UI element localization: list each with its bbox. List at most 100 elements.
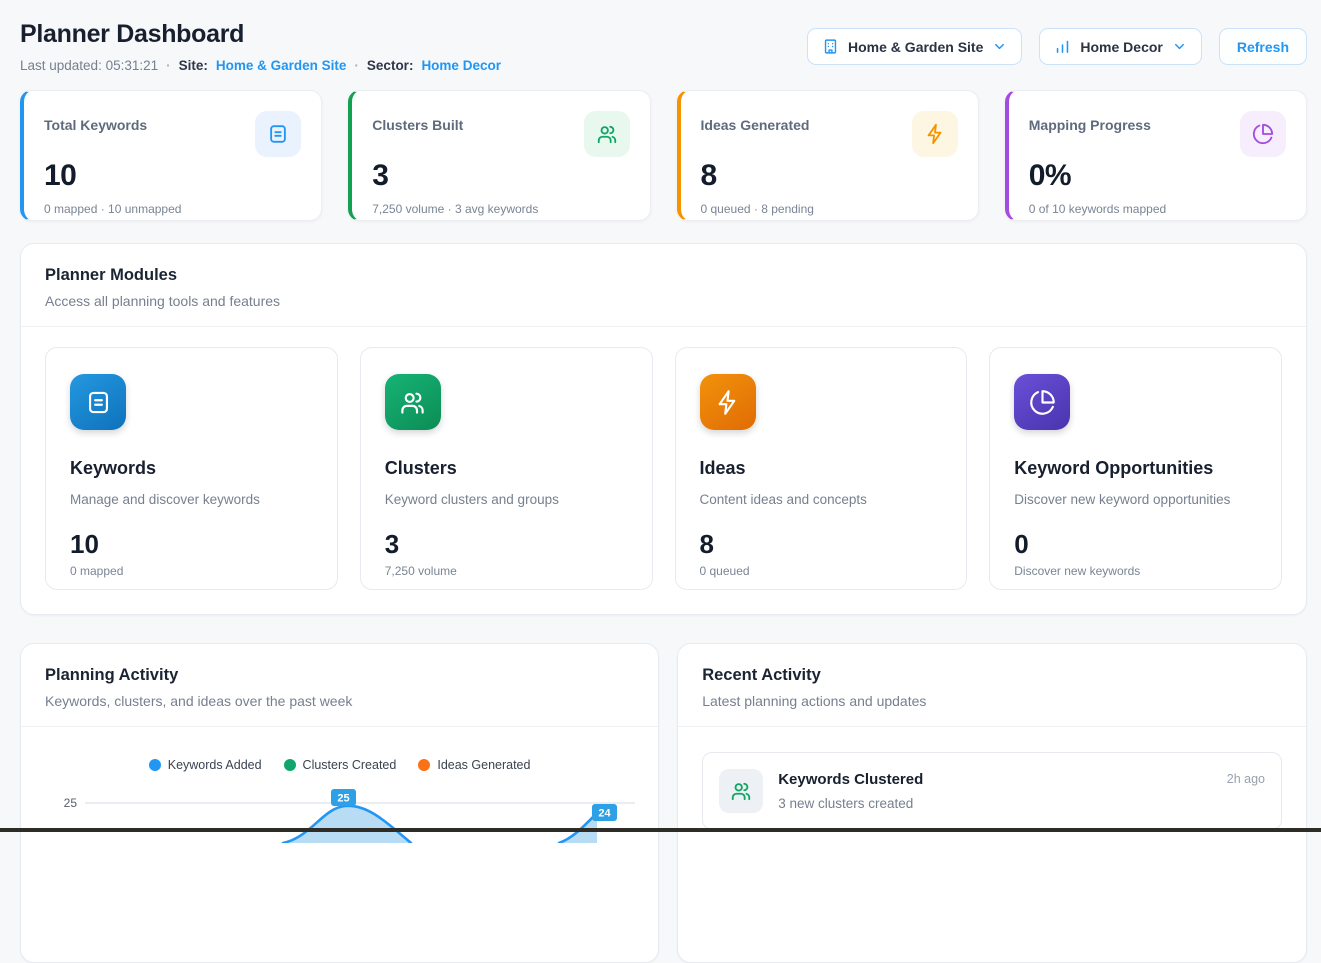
planning-activity-title: Planning Activity bbox=[45, 666, 634, 685]
legend-dot bbox=[149, 759, 161, 771]
site-link[interactable]: Home & Garden Site bbox=[216, 58, 347, 73]
sector-label: Sector: bbox=[367, 58, 414, 73]
stat-label: Mapping Progress bbox=[1029, 117, 1151, 133]
header-actions: Home & Garden Site Home Decor Refresh bbox=[807, 28, 1307, 65]
activity-body: Keywords Clustered 3 new clusters create… bbox=[778, 769, 1212, 811]
site-selector-label: Home & Garden Site bbox=[848, 39, 983, 55]
stat-card-ideas-generated: Ideas Generated 8 0 queued · 8 pending bbox=[677, 90, 979, 221]
y-axis-tick: 25 bbox=[64, 796, 78, 810]
users-icon bbox=[385, 374, 441, 430]
last-updated-text: Last updated: 05:31:21 bbox=[20, 58, 158, 73]
activity-timestamp: 2h ago bbox=[1227, 772, 1265, 786]
module-title: Keywords bbox=[70, 458, 313, 479]
pie-chart-icon bbox=[1014, 374, 1070, 430]
users-icon bbox=[719, 769, 763, 813]
meta-separator: · bbox=[166, 58, 171, 73]
module-card-clusters[interactable]: Clusters Keyword clusters and groups 3 7… bbox=[360, 347, 653, 590]
module-card-ideas[interactable]: Ideas Content ideas and concepts 8 0 que… bbox=[675, 347, 968, 590]
bottom-row: Planning Activity Keywords, clusters, an… bbox=[20, 643, 1307, 963]
planner-modules-panel: Planner Modules Access all planning tool… bbox=[20, 243, 1307, 615]
stat-value: 0% bbox=[1029, 159, 1286, 193]
recent-activity-title: Recent Activity bbox=[702, 666, 1282, 685]
sector-link[interactable]: Home Decor bbox=[421, 58, 501, 73]
planner-dashboard-page: Planner Dashboard Last updated: 05:31:21… bbox=[0, 0, 1321, 963]
recent-activity-header: Recent Activity Latest planning actions … bbox=[678, 644, 1306, 726]
legend-label: Ideas Generated bbox=[437, 758, 530, 772]
module-card-keyword-opportunities[interactable]: Keyword Opportunities Discover new keywo… bbox=[989, 347, 1282, 590]
legend-dot bbox=[284, 759, 296, 771]
chevron-down-icon bbox=[992, 39, 1007, 54]
page-title: Planner Dashboard bbox=[20, 20, 501, 49]
point-label-badge: 25 bbox=[331, 789, 356, 806]
module-value: 8 bbox=[700, 529, 943, 560]
meta-separator: · bbox=[354, 58, 359, 73]
lightning-icon bbox=[912, 111, 958, 157]
bar-chart-icon bbox=[1054, 38, 1071, 55]
sector-selector-button[interactable]: Home Decor bbox=[1039, 28, 1201, 65]
modules-grid: Keywords Manage and discover keywords 10… bbox=[21, 327, 1306, 614]
activity-item-keywords-clustered: Keywords Clustered 3 new clusters create… bbox=[702, 752, 1282, 830]
lightning-icon bbox=[700, 374, 756, 430]
activity-description: 3 new clusters created bbox=[778, 796, 1212, 811]
chevron-down-icon bbox=[1172, 39, 1187, 54]
module-card-keywords[interactable]: Keywords Manage and discover keywords 10… bbox=[45, 347, 338, 590]
divider bbox=[21, 726, 658, 727]
site-selector-button[interactable]: Home & Garden Site bbox=[807, 28, 1022, 65]
planning-activity-header: Planning Activity Keywords, clusters, an… bbox=[21, 644, 658, 726]
planning-activity-panel: Planning Activity Keywords, clusters, an… bbox=[20, 643, 659, 963]
stat-value: 3 bbox=[372, 159, 629, 193]
chart-legend: Keywords Added Clusters Created Ideas Ge… bbox=[21, 758, 658, 772]
stat-value: 8 bbox=[701, 159, 958, 193]
stat-card-total-keywords: Total Keywords 10 0 mapped · 10 unmapped bbox=[20, 90, 322, 221]
modules-title: Planner Modules bbox=[45, 266, 1282, 285]
module-title: Clusters bbox=[385, 458, 628, 479]
module-description: Content ideas and concepts bbox=[700, 492, 943, 507]
legend-item-keywords-added: Keywords Added bbox=[149, 758, 262, 772]
stat-subtext: 7,250 volume · 3 avg keywords bbox=[372, 202, 629, 216]
module-subtext: 0 mapped bbox=[70, 564, 313, 578]
recent-activity-subtitle: Latest planning actions and updates bbox=[702, 693, 1282, 709]
area-fill bbox=[283, 806, 411, 843]
refresh-button[interactable]: Refresh bbox=[1219, 28, 1307, 65]
modules-subtitle: Access all planning tools and features bbox=[45, 293, 1282, 309]
site-label: Site: bbox=[179, 58, 208, 73]
sector-selector-label: Home Decor bbox=[1080, 39, 1162, 55]
stat-subtext: 0 queued · 8 pending bbox=[701, 202, 958, 216]
module-description: Keyword clusters and groups bbox=[385, 492, 628, 507]
legend-item-clusters-created: Clusters Created bbox=[284, 758, 397, 772]
module-description: Manage and discover keywords bbox=[70, 492, 313, 507]
document-icon bbox=[255, 111, 301, 157]
building-icon bbox=[822, 38, 839, 55]
svg-text:24: 24 bbox=[598, 808, 611, 820]
stat-card-mapping-progress: Mapping Progress 0% 0 of 10 keywords map… bbox=[1005, 90, 1307, 221]
activity-area-chart: 25 25 24 bbox=[21, 783, 658, 843]
stat-value: 10 bbox=[44, 159, 301, 193]
activity-title: Keywords Clustered bbox=[778, 771, 1212, 788]
stat-cards-row: Total Keywords 10 0 mapped · 10 unmapped… bbox=[20, 90, 1307, 221]
users-icon bbox=[584, 111, 630, 157]
activity-list: Keywords Clustered 3 new clusters create… bbox=[678, 727, 1306, 855]
stat-subtext: 0 mapped · 10 unmapped bbox=[44, 202, 301, 216]
legend-label: Clusters Created bbox=[303, 758, 397, 772]
stat-card-top: Mapping Progress bbox=[1029, 111, 1286, 157]
module-value: 3 bbox=[385, 529, 628, 560]
recent-activity-panel: Recent Activity Latest planning actions … bbox=[677, 643, 1307, 963]
module-title: Keyword Opportunities bbox=[1014, 458, 1257, 479]
legend-item-ideas-generated: Ideas Generated bbox=[418, 758, 530, 772]
legend-label: Keywords Added bbox=[168, 758, 262, 772]
svg-text:25: 25 bbox=[337, 793, 349, 805]
document-icon bbox=[70, 374, 126, 430]
page-header: Planner Dashboard Last updated: 05:31:21… bbox=[20, 20, 1307, 73]
stat-label: Total Keywords bbox=[44, 117, 147, 133]
page-meta: Last updated: 05:31:21 · Site: Home & Ga… bbox=[20, 58, 501, 73]
planning-activity-subtitle: Keywords, clusters, and ideas over the p… bbox=[45, 693, 634, 709]
legend-dot bbox=[418, 759, 430, 771]
module-title: Ideas bbox=[700, 458, 943, 479]
module-subtext: 0 queued bbox=[700, 564, 943, 578]
stat-subtext: 0 of 10 keywords mapped bbox=[1029, 202, 1286, 216]
chart-canvas: 25 25 24 bbox=[21, 783, 657, 843]
point-label-badge: 24 bbox=[592, 804, 617, 821]
stat-card-top: Clusters Built bbox=[372, 111, 629, 157]
bottom-edge-bar bbox=[0, 828, 1321, 832]
stat-card-top: Total Keywords bbox=[44, 111, 301, 157]
